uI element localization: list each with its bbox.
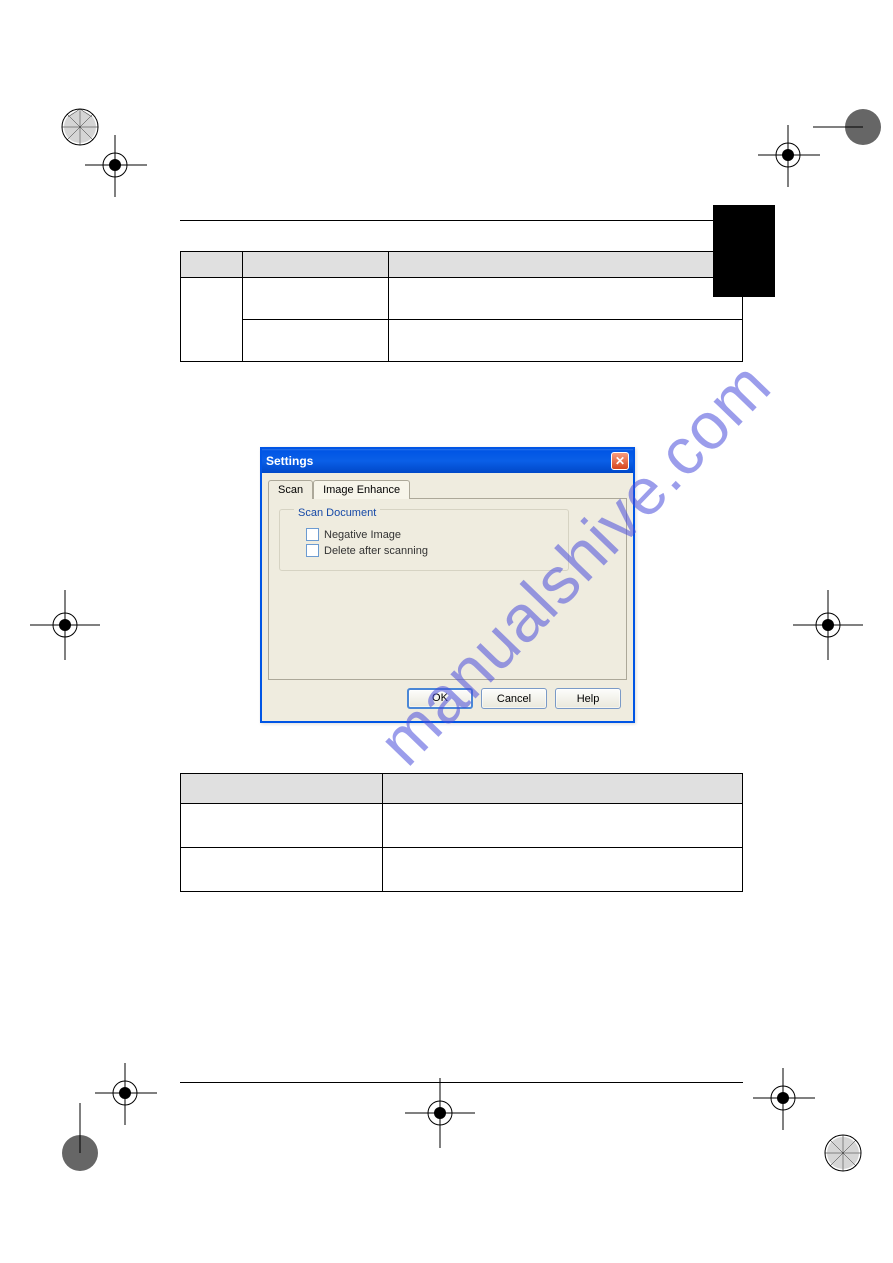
table-row	[181, 804, 743, 848]
cropmark-bottom-left-inner	[95, 1063, 175, 1143]
group-legend: Scan Document	[294, 507, 380, 519]
dialog-button-row: OK Cancel Help	[268, 680, 627, 715]
checkbox-negative-image[interactable]	[306, 528, 319, 541]
page-top-rule	[180, 220, 743, 221]
checkbox-delete-after-label: Delete after scanning	[324, 545, 428, 557]
settings-table-1	[180, 251, 743, 362]
tab-strip: Scan Image Enhance	[268, 479, 627, 498]
cropmark-mid-right	[788, 585, 868, 665]
cropmark-top-left	[50, 105, 130, 185]
settings-dialog: Settings ✕ Scan Image Enhance Scan Docum…	[260, 447, 635, 723]
scan-document-group: Scan Document Negative Image Delete afte…	[279, 509, 569, 571]
table-row	[181, 320, 743, 362]
settings-table-2	[180, 773, 743, 892]
cropmark-bottom-left	[58, 1098, 138, 1178]
cropmark-mid-bottom	[400, 1073, 480, 1153]
table-row	[181, 278, 743, 320]
cropmark-bottom-right	[788, 1098, 868, 1178]
cropmark-top-right-inner	[758, 125, 838, 205]
cropmark-bottom-right-inner	[753, 1068, 833, 1148]
dialog-title: Settings	[266, 454, 313, 468]
tab-scan[interactable]: Scan	[268, 480, 313, 499]
close-icon: ✕	[615, 454, 625, 468]
close-button[interactable]: ✕	[611, 452, 629, 470]
thumb-tab	[713, 205, 775, 297]
checkbox-delete-after-scanning[interactable]	[306, 544, 319, 557]
page-content: Settings ✕ Scan Image Enhance Scan Docum…	[180, 205, 743, 1083]
cancel-button[interactable]: Cancel	[481, 688, 547, 709]
cropmark-top-right	[803, 105, 883, 185]
help-button[interactable]: Help	[555, 688, 621, 709]
cropmark-mid-left	[25, 585, 105, 665]
cropmark-top-left-inner	[85, 135, 165, 215]
checkbox-negative-image-label: Negative Image	[324, 529, 401, 541]
tab-image-enhance[interactable]: Image Enhance	[313, 480, 410, 499]
dialog-body: Scan Image Enhance Scan Document Negativ…	[262, 473, 633, 721]
tab-panel-scan: Scan Document Negative Image Delete afte…	[268, 498, 627, 680]
ok-button[interactable]: OK	[407, 688, 473, 709]
checkbox-negative-image-row: Negative Image	[306, 528, 554, 541]
dialog-titlebar: Settings ✕	[262, 449, 633, 473]
checkbox-delete-after-row: Delete after scanning	[306, 544, 554, 557]
page-bottom-rule	[180, 1082, 743, 1083]
table-row	[181, 848, 743, 892]
